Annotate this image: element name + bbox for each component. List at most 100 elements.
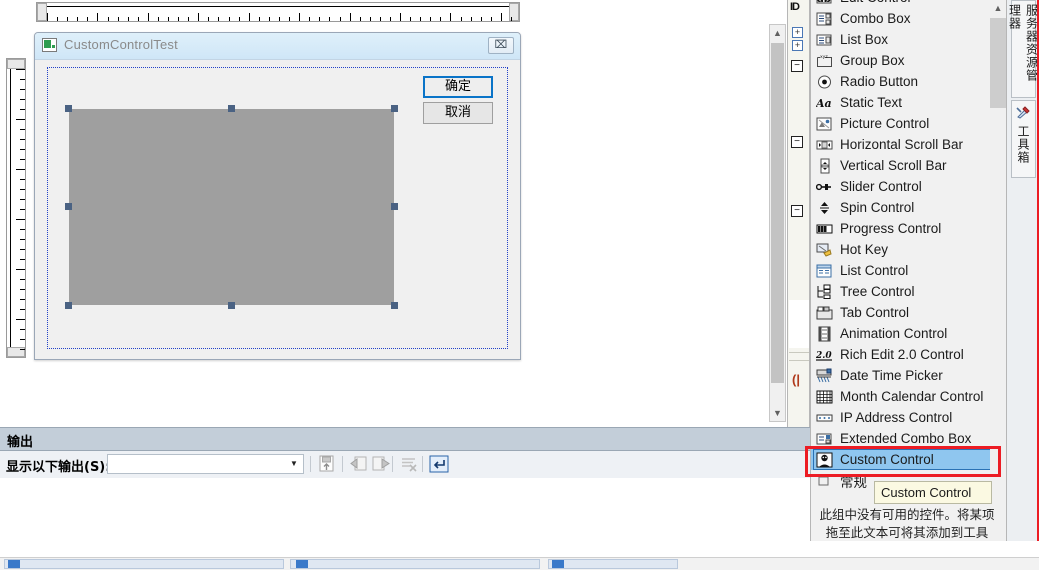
- ruler-tick: [20, 109, 25, 110]
- toolbox-item-label: Animation Control: [840, 326, 947, 341]
- extended-combo-box-icon: [816, 431, 833, 447]
- toolbox-item[interactable]: List Box: [811, 29, 1006, 50]
- scroll-up-icon[interactable]: ▲: [770, 25, 785, 41]
- rich-edit-control-icon: 2.0: [816, 347, 833, 363]
- ruler-tick: [20, 309, 25, 310]
- outline-collapse-icon[interactable]: −: [791, 60, 803, 72]
- toolbox-item[interactable]: Picture Control: [811, 113, 1006, 134]
- outline-expand-icon[interactable]: +: [792, 40, 803, 51]
- ruler-tick: [20, 199, 25, 200]
- taskbar-button[interactable]: [548, 559, 678, 569]
- taskbar-button[interactable]: [290, 559, 540, 569]
- toolbox-item-label: Extended Combo Box: [840, 431, 971, 446]
- resize-handle-w[interactable]: [65, 203, 72, 210]
- save-output-icon[interactable]: [316, 454, 338, 474]
- ruler-tick: [329, 17, 330, 21]
- sidebar-item-server-explorer[interactable]: 服务器资源管理器: [1011, 0, 1036, 98]
- os-taskbar[interactable]: [0, 541, 1039, 569]
- ruler-tick: [440, 17, 441, 21]
- resize-handle-ne[interactable]: [391, 105, 398, 112]
- resize-handle-e[interactable]: [391, 203, 398, 210]
- output-text-area[interactable]: [0, 478, 810, 541]
- outline-expand-icon[interactable]: +: [792, 27, 803, 38]
- toolbox-item[interactable]: Spin Control: [811, 197, 1006, 218]
- ruler-tick: [360, 17, 361, 21]
- toolbox-item[interactable]: 2.0Rich Edit 2.0 Control: [811, 344, 1006, 365]
- toolbar-separator: [310, 456, 311, 472]
- svg-text:xyz: xyz: [820, 55, 828, 60]
- taskbar-button[interactable]: [4, 559, 284, 569]
- outline-collapse-icon[interactable]: −: [791, 136, 803, 148]
- go-to-previous-icon[interactable]: [348, 454, 370, 474]
- toolbox-item[interactable]: AaStatic Text: [811, 92, 1006, 113]
- chevron-down-icon[interactable]: ▼: [286, 456, 302, 472]
- toolbox-item[interactable]: Combo Box: [811, 8, 1006, 29]
- output-source-combobox[interactable]: ▼: [107, 454, 304, 474]
- toolbox-item[interactable]: IP Address Control: [811, 407, 1006, 428]
- toolbox-item-list[interactable]: abEdit ControlCombo Box List Box xyzGroup …: [811, 0, 1006, 491]
- design-dialog-window[interactable]: CustomControlTest ⌧ 确定 取消: [34, 32, 521, 360]
- ruler-tick: [16, 169, 25, 170]
- ok-button[interactable]: 确定: [423, 76, 493, 98]
- toolbox-item[interactable]: Date Time Picker: [811, 365, 1006, 386]
- ruler-tick: [67, 17, 68, 21]
- code-editor-outline-strip[interactable]: ID + + − − − (|: [787, 0, 810, 427]
- resize-handle-sw[interactable]: [65, 302, 72, 309]
- sidebar-item-label: 工具箱: [1015, 122, 1032, 167]
- toolbox-item[interactable]: Month Calendar Control: [811, 386, 1006, 407]
- toolbox-item[interactable]: Tab Control: [811, 302, 1006, 323]
- output-pane[interactable]: 输出 显示以下输出(S): ▼: [0, 427, 810, 541]
- clear-all-icon[interactable]: [398, 454, 420, 474]
- sidebar-item-toolbox[interactable]: 工具箱: [1011, 100, 1036, 178]
- custom-control-placeholder[interactable]: [69, 109, 394, 305]
- ruler-left-cap[interactable]: [37, 3, 47, 21]
- resize-handle-n[interactable]: [228, 105, 235, 112]
- toggle-word-wrap-icon[interactable]: [428, 454, 450, 474]
- ruler-tick: [47, 13, 48, 21]
- scrollbar-thumb[interactable]: [990, 18, 1006, 108]
- toolbox-item[interactable]: Progress Control: [811, 218, 1006, 239]
- toolbox-item[interactable]: Radio Button: [811, 71, 1006, 92]
- dialog-designer-surface[interactable]: CustomControlTest ⌧ 确定 取消 ▲ ▼: [0, 0, 787, 427]
- cancel-button[interactable]: 取消: [423, 102, 493, 124]
- toolbox-item[interactable]: Tree Control: [811, 281, 1006, 302]
- toolbox-item[interactable]: abEdit Control: [811, 0, 1006, 8]
- resize-handle-se[interactable]: [391, 302, 398, 309]
- toolbox-item-label: Picture Control: [840, 116, 929, 131]
- go-to-next-icon[interactable]: [370, 454, 392, 474]
- scrollbar-thumb[interactable]: [771, 43, 784, 383]
- toolbox-item[interactable]: Horizontal Scroll Bar: [811, 134, 1006, 155]
- radio-button-icon: [816, 74, 833, 90]
- ruler-tick: [20, 179, 25, 180]
- ruler-tick: [118, 17, 119, 21]
- resize-handle-nw[interactable]: [65, 105, 72, 112]
- ruler-tick: [390, 17, 391, 21]
- ruler-tick: [20, 279, 25, 280]
- dialog-client-area[interactable]: 确定 取消: [47, 67, 508, 349]
- toolbox-item[interactable]: Hot Key: [811, 239, 1006, 260]
- toolbox-item[interactable]: Vertical Scroll Bar: [811, 155, 1006, 176]
- ruler-tick: [16, 269, 25, 270]
- ruler-top-cap[interactable]: [7, 59, 25, 69]
- ruler-baseline: [47, 6, 509, 7]
- toolbox-item[interactable]: Slider Control: [811, 176, 1006, 197]
- toolbox-item-label: List Box: [840, 32, 888, 47]
- dialog-title-bar[interactable]: CustomControlTest ⌧: [35, 33, 520, 60]
- designer-vertical-scrollbar[interactable]: ▲ ▼: [769, 24, 786, 422]
- output-toolbar[interactable]: 显示以下输出(S): ▼: [0, 451, 810, 479]
- resize-handle-s[interactable]: [228, 302, 235, 309]
- scroll-down-icon[interactable]: ▼: [770, 405, 785, 421]
- show-output-from-label: 显示以下输出(S):: [6, 456, 110, 475]
- ruler-tick: [208, 17, 209, 21]
- scroll-up-icon[interactable]: ▲: [990, 0, 1006, 17]
- toolbar-separator: [392, 456, 393, 472]
- close-icon[interactable]: ⌧: [488, 37, 514, 54]
- ruler-tick: [20, 99, 25, 100]
- toolbox-item[interactable]: Animation Control: [811, 323, 1006, 344]
- outline-collapse-icon[interactable]: −: [791, 205, 803, 217]
- toolbox-item[interactable]: List Control: [811, 260, 1006, 281]
- list-control-icon: [816, 263, 833, 279]
- toolbox-item[interactable]: xyzGroup Box: [811, 50, 1006, 71]
- docked-tab-strip[interactable]: 服务器资源管理器 工具箱: [1006, 0, 1039, 541]
- dialog-title: CustomControlTest: [64, 37, 178, 52]
